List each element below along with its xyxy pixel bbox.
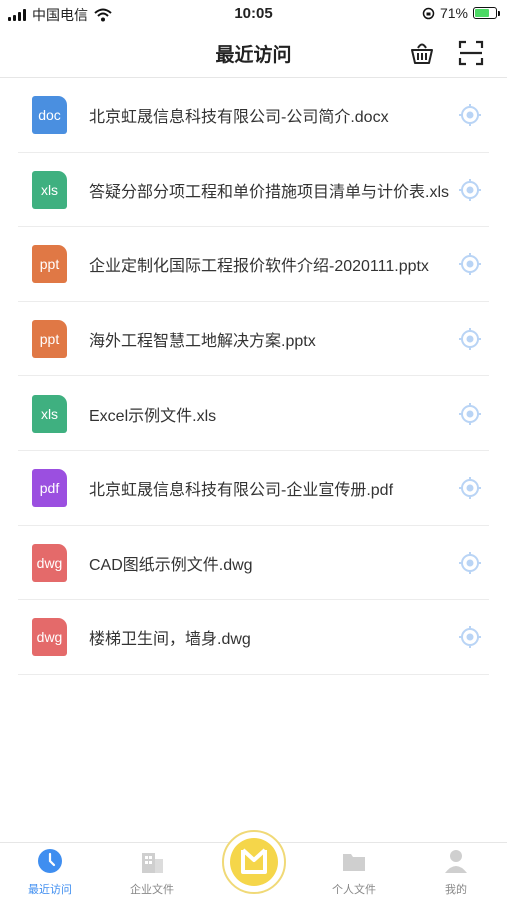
file-name: CAD图纸示例文件.dwg (89, 556, 253, 574)
file-row[interactable]: ppt 企业定制化国际工程报价软件介绍-2020111.pptx (0, 227, 507, 302)
person-icon (445, 850, 467, 873)
basket-icon[interactable] (407, 38, 437, 68)
file-name: 海外工程智慧工地解决方案.pptx (89, 333, 316, 351)
dwg-file-icon: dwg (32, 543, 67, 582)
tab-enterprise-files[interactable]: 企业文件 (112, 847, 192, 897)
file-name: 企业定制化国际工程报价软件介绍-2020111.pptx (89, 258, 429, 276)
xls-file-icon: xls (32, 394, 67, 433)
building-icon (142, 853, 163, 873)
file-name: Excel示例文件.xls (89, 407, 217, 425)
status-right: 71% (422, 5, 500, 21)
file-row[interactable]: ppt 海外工程智慧工地解决方案.pptx (0, 302, 507, 377)
xls-file-icon: xls (32, 170, 67, 209)
lock-rotation-icon (422, 7, 435, 19)
dwg-file-icon: dwg (32, 618, 67, 657)
recent-file-list: doc 北京虹晟信息科技有限公司-公司简介.docx xls 答疑分部分项工程和… (0, 78, 507, 675)
tab-recent[interactable]: 最近访问 (10, 847, 90, 897)
center-home-button[interactable] (222, 830, 286, 894)
file-row[interactable]: dwg CAD图纸示例文件.dwg (0, 526, 507, 601)
home-logo-icon (230, 838, 278, 886)
tab-label: 企业文件 (130, 884, 174, 896)
tab-label: 最近访问 (28, 884, 72, 896)
tab-personal-files[interactable]: 个人文件 (314, 847, 394, 897)
locate-icon[interactable] (458, 327, 482, 351)
locate-icon[interactable] (458, 103, 482, 127)
pdf-file-icon: pdf (32, 469, 67, 508)
battery-icon (473, 7, 500, 19)
file-row[interactable]: xls Excel示例文件.xls (0, 376, 507, 451)
battery-percent: 71% (439, 5, 468, 21)
status-bar: 中国电信 10:05 71% (0, 0, 507, 28)
ppt-file-icon: ppt (32, 320, 67, 359)
tab-me[interactable]: 我的 (416, 847, 496, 897)
file-row[interactable]: dwg 楼梯卫生间，墙身.dwg (0, 600, 507, 675)
file-name: 答疑分部分项工程和单价措施项目清单与计价表.xls (89, 183, 449, 201)
locate-icon[interactable] (458, 178, 482, 202)
tab-label: 我的 (445, 884, 467, 896)
locate-icon[interactable] (458, 252, 482, 276)
header: 最近访问 (0, 28, 507, 78)
file-row[interactable]: xls 答疑分部分项工程和单价措施项目清单与计价表.xls (0, 153, 507, 228)
locate-icon[interactable] (458, 551, 482, 575)
file-name: 北京虹晟信息科技有限公司-公司简介.docx (89, 109, 389, 127)
file-row[interactable]: pdf 北京虹晟信息科技有限公司-企业宣传册.pdf (0, 451, 507, 526)
file-name: 北京虹晟信息科技有限公司-企业宣传册.pdf (89, 482, 394, 500)
file-row[interactable]: doc 北京虹晟信息科技有限公司-公司简介.docx (0, 78, 507, 153)
locate-icon[interactable] (458, 476, 482, 500)
file-name: 楼梯卫生间，墙身.dwg (89, 631, 251, 649)
clock-icon (38, 849, 62, 873)
doc-file-icon: doc (32, 96, 67, 135)
tab-label: 个人文件 (332, 884, 376, 896)
ppt-file-icon: ppt (32, 245, 67, 284)
folder-icon (343, 854, 365, 871)
scan-icon[interactable] (456, 38, 486, 68)
locate-icon[interactable] (458, 402, 482, 426)
locate-icon[interactable] (458, 625, 482, 649)
